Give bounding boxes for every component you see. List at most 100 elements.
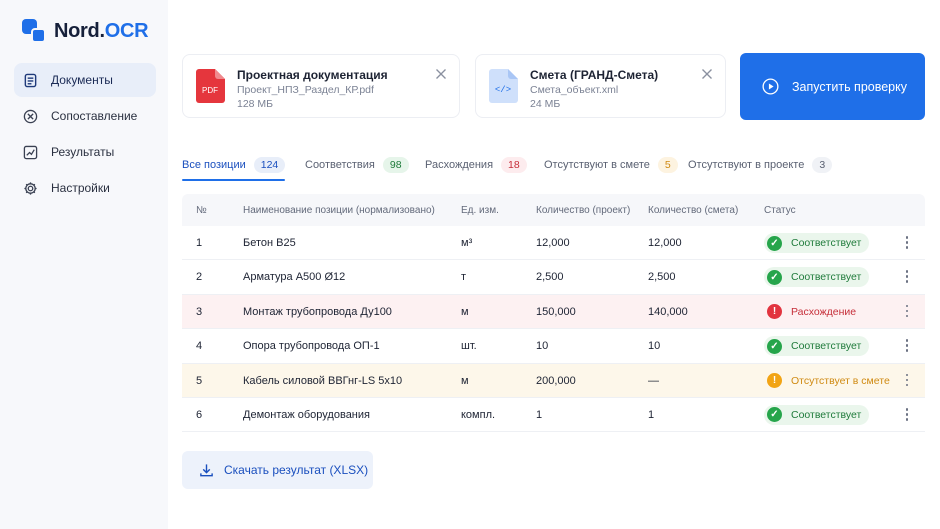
status-badge: ✓ Соответствует xyxy=(764,267,870,288)
file-card-estimate[interactable]: </> Смета (ГРАНД-Смета) Смета_объект.xml… xyxy=(475,54,726,118)
download-label: Скачать результат (XLSX) xyxy=(224,463,369,477)
table-row[interactable]: 4 Опора трубопровода ОП-1 шт. 10 10 ✓ Соответс… xyxy=(182,329,925,364)
table-row[interactable]: 1 Бетон В25 м³ 12,000 12,000 ✓ Соответствует xyxy=(182,226,925,261)
row-number: 4 xyxy=(196,340,203,353)
status-badge: ✓ Соответствует xyxy=(764,404,870,425)
pdf-file-icon: PDF xyxy=(196,69,225,103)
status-label: Соответствует xyxy=(791,271,862,284)
unit: т xyxy=(461,271,467,284)
sidebar-item-results[interactable]: Результаты xyxy=(14,135,156,169)
download-icon xyxy=(200,463,213,476)
close-icon[interactable] xyxy=(435,68,447,80)
row-menu-icon[interactable] xyxy=(902,407,912,422)
file-title: Смета (ГРАНД-Смета) xyxy=(530,68,659,82)
comparison-table: № Наименование позиции (нормализовано) Е… xyxy=(182,194,925,433)
download-xlsx-button[interactable]: Скачать результат (XLSX) xyxy=(182,451,373,489)
tab-label: Все позиции xyxy=(182,159,246,171)
run-check-button[interactable]: Запустить проверку xyxy=(740,53,925,120)
column-header: № xyxy=(196,205,207,216)
sidebar-nav: Документы Сопоставление Результаты Настр… xyxy=(14,63,156,207)
tab-label: Расхождения xyxy=(425,159,494,171)
table-row[interactable]: 3 Монтаж трубопровода Ду100 м 150,000 140,00… xyxy=(182,294,925,330)
status-label: Соответствует xyxy=(791,408,862,421)
file-size: 128 МБ xyxy=(237,98,274,110)
unit: м xyxy=(461,305,469,318)
tab-missing-in-project[interactable]: Отсутствуют в проекте 3 xyxy=(688,150,833,180)
sidebar-item-documents[interactable]: Документы xyxy=(14,63,156,97)
unit: компл. xyxy=(461,408,496,421)
tab-label: Отсутствуют в смете xyxy=(544,159,650,171)
row-menu-icon[interactable] xyxy=(902,339,912,353)
sidebar: Nord.OCR Документы Сопоставление Результ… xyxy=(0,0,168,529)
row-menu-icon[interactable] xyxy=(902,270,912,284)
table-row[interactable]: 6 Демонтаж оборудования компл. 1 1 ✓ Соответст… xyxy=(182,398,925,433)
column-header[interactable]: Количество (смета) xyxy=(648,205,738,216)
row-number: 5 xyxy=(196,374,203,387)
column-header[interactable]: Наименование позиции (нормализовано) xyxy=(243,205,435,216)
status-missing-icon: ! xyxy=(767,373,782,389)
sidebar-item-settings[interactable]: Настройки xyxy=(14,171,156,205)
tab-matches[interactable]: Соответствия 98 xyxy=(305,150,409,180)
row-menu-icon[interactable] xyxy=(902,236,912,250)
table-body: 1 Бетон В25 м³ 12,000 12,000 ✓ Соответствует 2 А… xyxy=(182,226,925,433)
qty-project: 150,000 xyxy=(536,305,576,318)
tab-missing-in-estimate[interactable]: Отсутствуют в смете 5 xyxy=(544,150,678,180)
unit: м xyxy=(461,374,469,387)
item-name: Опора трубопровода ОП-1 xyxy=(243,340,380,353)
qty-project: 2,500 xyxy=(536,271,564,284)
close-icon[interactable] xyxy=(701,68,713,80)
sidebar-item-compare[interactable]: Сопоставление xyxy=(14,99,156,133)
qty-project: 10 xyxy=(536,340,549,353)
sidebar-item-label: Документы xyxy=(51,73,113,87)
status-ok-icon: ✓ xyxy=(767,338,782,354)
item-name: Монтаж трубопровода Ду100 xyxy=(243,305,392,318)
qty-estimate: 12,000 xyxy=(648,237,682,249)
pdf-icon-text: PDF xyxy=(202,86,218,95)
column-header[interactable]: Ед. изм. xyxy=(461,205,499,216)
status-label: Отсутствует в смете xyxy=(791,374,890,387)
file-name: Проект_НПЗ_Раздел_КР.pdf xyxy=(237,84,374,96)
count-badge: 18 xyxy=(501,157,527,173)
qty-project: 1 xyxy=(536,408,543,421)
count-badge: 3 xyxy=(812,157,833,173)
qty-estimate: — xyxy=(648,374,659,387)
count-badge: 124 xyxy=(253,157,286,173)
tab-all[interactable]: Все позиции 124 xyxy=(182,150,286,181)
run-check-label: Запустить проверку xyxy=(792,79,907,94)
table-row[interactable]: 5 Кабель силовой ВВГнг-LS 5x10 м 200,000 —! О… xyxy=(182,363,925,398)
row-number: 2 xyxy=(196,271,203,284)
sidebar-item-label: Сопоставление xyxy=(51,109,138,123)
column-header[interactable]: Статус xyxy=(764,205,796,216)
row-menu-icon[interactable] xyxy=(902,304,912,319)
xml-icon-text: </> xyxy=(495,85,511,95)
item-name: Кабель силовой ВВГнг-LS 5x10 xyxy=(243,374,403,387)
status-label: Соответствует xyxy=(791,237,862,249)
tab-label: Отсутствуют в проекте xyxy=(688,159,805,171)
row-menu-icon[interactable] xyxy=(902,373,912,388)
sidebar-item-label: Результаты xyxy=(51,145,115,159)
tab-discrepancies[interactable]: Расхождения 18 xyxy=(425,150,527,180)
qty-estimate: 10 xyxy=(648,340,661,353)
file-card-project[interactable]: PDF Проектная документация Проект_НПЗ_Ра… xyxy=(182,54,460,118)
item-name: Бетон В25 xyxy=(243,237,296,249)
filter-tabs: Все позиции 124 Соответствия 98 Расхожде… xyxy=(182,150,925,182)
table-header: № Наименование позиции (нормализовано) Е… xyxy=(182,194,925,226)
status-diff-icon: ! xyxy=(767,304,782,320)
app-logo[interactable]: Nord.OCR xyxy=(22,19,149,43)
row-number: 1 xyxy=(196,237,203,249)
count-badge: 5 xyxy=(657,157,678,173)
file-title: Проектная документация xyxy=(237,68,388,82)
qty-estimate: 1 xyxy=(648,408,655,421)
column-header[interactable]: Количество (проект) xyxy=(536,205,630,216)
status-badge: ✓ Соответствует xyxy=(764,336,870,357)
status-ok-icon: ✓ xyxy=(767,407,782,423)
unit: м³ xyxy=(461,237,473,249)
table-row[interactable]: 2 Арматура А500 Ø12 т 2,500 2,500 ✓ Соответств… xyxy=(182,260,925,295)
xml-file-icon: </> xyxy=(489,69,518,103)
item-name: Арматура А500 Ø12 xyxy=(243,271,346,284)
document-icon xyxy=(24,73,37,87)
gear-icon xyxy=(24,181,37,195)
qty-estimate: 2,500 xyxy=(648,271,676,284)
qty-project: 200,000 xyxy=(536,374,576,387)
file-name: Смета_объект.xml xyxy=(530,84,619,96)
